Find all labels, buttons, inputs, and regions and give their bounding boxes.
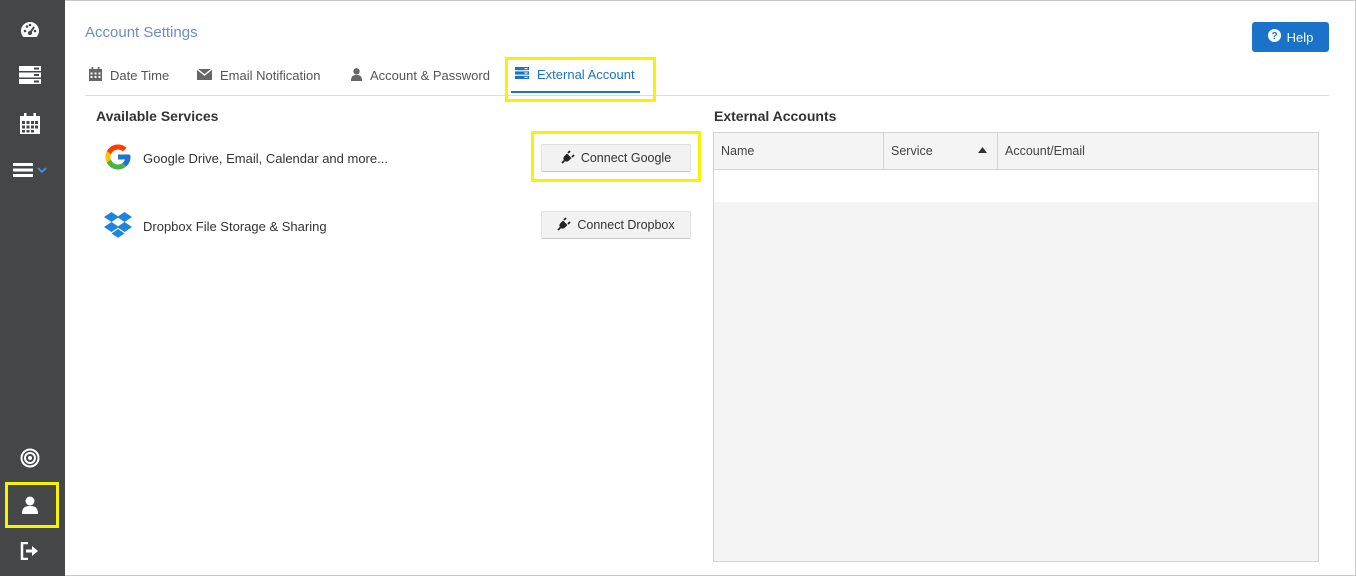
tab-date-time-label: Date Time: [110, 68, 170, 83]
service-google-label: Google Drive, Email, Calendar and more..…: [143, 150, 388, 166]
help-button-label: Help: [1286, 29, 1314, 45]
service-dropbox-label: Dropbox File Storage & Sharing: [143, 218, 327, 234]
dashboard-icon: [19, 19, 41, 39]
logout-icon: [20, 542, 40, 560]
service-google: Google Drive, Email, Calendar and more..…: [103, 142, 388, 174]
settings-tabs: Date Time Email Notification Account & P…: [85, 58, 1329, 96]
sidebar-item-logout[interactable]: [0, 528, 60, 574]
service-dropbox: Dropbox File Storage & Sharing: [103, 210, 327, 242]
sidebar: [0, 0, 65, 576]
user-icon: [351, 67, 362, 84]
sidebar-item-calendar[interactable]: [0, 100, 60, 146]
tab-account-password-label: Account & Password: [370, 68, 490, 83]
sidebar-item-menu[interactable]: [0, 147, 60, 193]
page-title: Account Settings: [85, 24, 198, 41]
connect-dropbox-button[interactable]: Connect Dropbox: [541, 211, 691, 239]
target-icon: [20, 448, 40, 468]
plug-icon: [557, 216, 571, 234]
highlight-connect-google: [531, 131, 701, 182]
menu-icon: [13, 162, 33, 178]
sidebar-item-target[interactable]: [0, 435, 60, 481]
dropbox-logo-icon: [103, 210, 133, 243]
calendar-icon: [20, 112, 40, 134]
chevron-down-icon: [37, 166, 47, 174]
tab-email-notification[interactable]: Email Notification: [196, 58, 321, 93]
connect-dropbox-label: Connect Dropbox: [577, 218, 675, 232]
external-accounts-title: External Accounts: [714, 108, 837, 124]
question-circle-icon: ?: [1267, 29, 1281, 45]
google-logo-icon: [103, 142, 133, 175]
tab-email-notification-label: Email Notification: [220, 68, 321, 83]
sidebar-item-dashboard[interactable]: [0, 6, 60, 52]
table-empty-row: [714, 170, 1318, 202]
calendar-icon: [89, 67, 102, 84]
column-header-name[interactable]: Name: [714, 133, 884, 169]
external-accounts-table: Name Service Account/Email: [713, 132, 1319, 562]
column-header-account-email[interactable]: Account/Email: [998, 133, 1318, 169]
highlight-external-account-tab: [505, 57, 656, 102]
envelope-icon: [196, 68, 213, 83]
available-services-title: Available Services: [96, 108, 219, 124]
tab-account-password[interactable]: Account & Password: [351, 58, 490, 93]
main-content: Account Settings ? Help Date Time Email …: [65, 0, 1356, 576]
sort-asc-icon: [978, 142, 987, 156]
sidebar-item-storage[interactable]: [0, 52, 60, 98]
highlight-user-item: [5, 482, 59, 528]
column-header-service[interactable]: Service: [884, 133, 998, 169]
help-button[interactable]: ? Help: [1252, 22, 1329, 52]
svg-text:?: ?: [1271, 31, 1277, 42]
table-header: Name Service Account/Email: [714, 133, 1318, 170]
tab-date-time[interactable]: Date Time: [89, 58, 169, 93]
server-icon: [19, 66, 41, 84]
